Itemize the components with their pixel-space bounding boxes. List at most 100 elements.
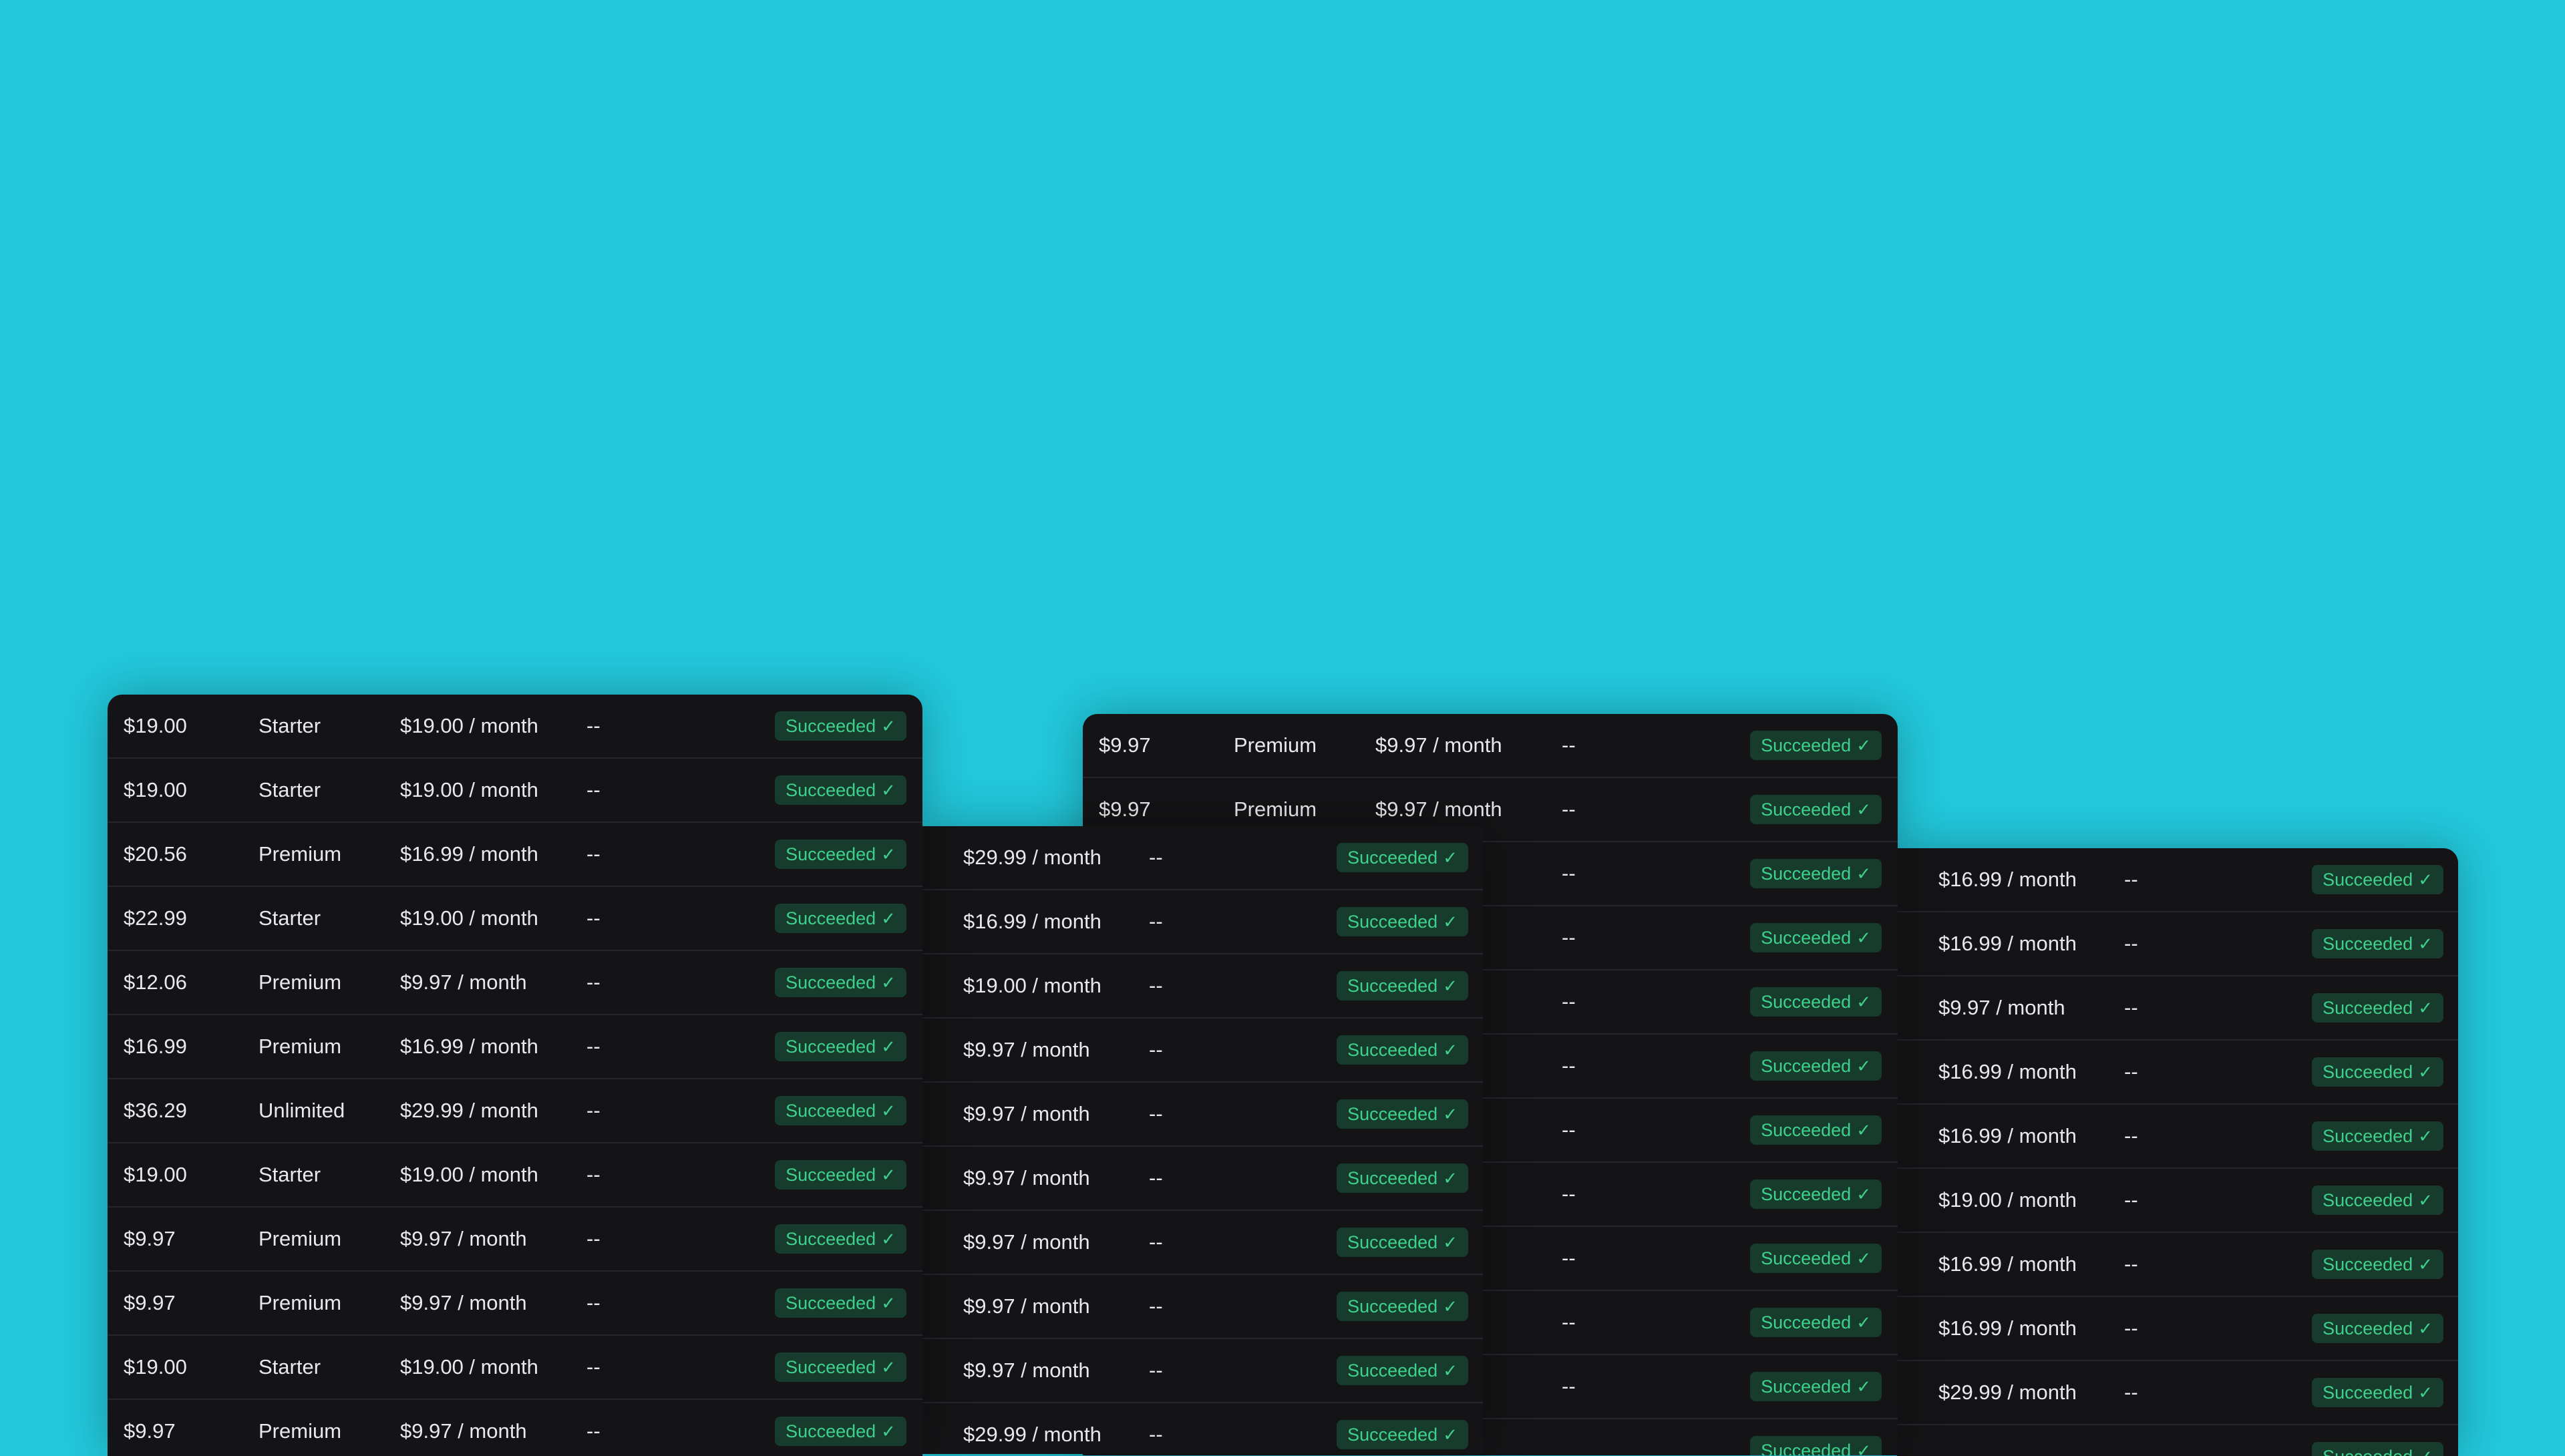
discount-cell: -- xyxy=(586,906,601,930)
table-row[interactable]: $16.99 / month -- Succeeded ✓ xyxy=(922,890,1483,954)
table-row[interactable]: $9.97 Premium $9.97 / month -- Succeeded ✓ xyxy=(108,1400,922,1456)
table-row[interactable]: $9.97 / month -- Succeeded ✓ xyxy=(922,1339,1483,1403)
checkmark-icon: ✓ xyxy=(2418,998,2433,1018)
status-badge: Succeeded✓ xyxy=(2312,929,2443,958)
table-row[interactable]: $16.99 / month -- Succeeded ✓ xyxy=(1897,912,2458,976)
checkmark-icon: ✓ xyxy=(881,1293,896,1313)
price-cell: $29.99 / month xyxy=(963,1423,1101,1446)
price-cell: $9.97 / month xyxy=(400,1227,527,1250)
plan-cell: Starter xyxy=(259,1355,321,1379)
status-label: Succeeded xyxy=(2323,1383,2413,1403)
table-row[interactable]: $19.00 Starter $19.00 / month -- Succeeded ✓ xyxy=(108,759,922,823)
price-cell: $9.97 / month xyxy=(963,1358,1090,1382)
status-label: Succeeded xyxy=(1347,1232,1438,1252)
status-badge: Succeeded✓ xyxy=(775,711,906,741)
status-label: Succeeded xyxy=(1761,1441,1852,1455)
discount-cell: -- xyxy=(1149,974,1163,997)
discount-cell: -- xyxy=(1562,733,1576,757)
table-row[interactable]: $9.97 / month -- Succeeded ✓ xyxy=(922,1083,1483,1147)
price-cell: $29.99 / month xyxy=(400,1099,538,1122)
amount-cell: $36.29 xyxy=(124,1099,187,1122)
discount-cell: -- xyxy=(586,778,601,801)
price-cell: $19.00 / month xyxy=(400,778,538,801)
discount-cell: -- xyxy=(1562,862,1576,885)
table-row[interactable]: $9.97 Premium $9.97 / month -- Succeeded ✓ xyxy=(108,1208,922,1272)
discount-cell: -- xyxy=(586,1163,601,1186)
table-row[interactable]: $29.99 / month -- Succeeded ✓ xyxy=(922,826,1483,890)
plan-cell: Starter xyxy=(259,906,321,930)
status-badge: Succeeded✓ xyxy=(1750,795,1882,824)
table-row[interactable]: $29.99 / month -- Succeeded ✓ xyxy=(1897,1361,2458,1425)
checkmark-icon: ✓ xyxy=(881,1421,896,1441)
plan-cell: Unlimited xyxy=(259,1099,345,1122)
status-badge: Succeeded✓ xyxy=(2312,1121,2443,1151)
table-row[interactable]: $19.00 / month -- Succeeded ✓ xyxy=(922,954,1483,1019)
table-row[interactable]: $19.00 Starter $19.00 / month -- Succeeded ✓ xyxy=(108,1143,922,1208)
table-row[interactable]: $9.97 Premium $9.97 / month -- Succeeded ✓ xyxy=(108,1272,922,1336)
status-badge: Succeeded✓ xyxy=(775,1224,906,1254)
status-label: Succeeded xyxy=(786,1421,876,1441)
table-row[interactable]: $20.56 Premium $16.99 / month -- Succeeded ✓ xyxy=(108,823,922,887)
status-label: Succeeded xyxy=(2323,1318,2413,1338)
status-badge: Succeeded✓ xyxy=(2312,1057,2443,1087)
discount-cell: -- xyxy=(2124,1252,2138,1276)
table-row[interactable]: $16.99 / month -- Succeeded ✓ xyxy=(1897,1297,2458,1361)
table-row[interactable]: $16.99 / month -- Succeeded ✓ xyxy=(1897,1233,2458,1297)
price-cell: $9.97 / month xyxy=(963,1038,1090,1061)
table-row[interactable]: $22.99 Starter $19.00 / month -- Succeeded ✓ xyxy=(108,887,922,951)
table-row[interactable]: $19.00 Starter $19.00 / month -- Succeeded ✓ xyxy=(108,695,922,759)
status-badge: Succeeded✓ xyxy=(1750,987,1882,1017)
table-row[interactable]: $9.97 / month -- Succeeded ✓ xyxy=(922,1275,1483,1339)
status-label: Succeeded xyxy=(1347,976,1438,996)
price-cell: $16.99 / month xyxy=(1938,868,2077,891)
table-row[interactable]: $9.97 / month -- Succeeded ✓ xyxy=(922,1147,1483,1211)
status-label: Succeeded xyxy=(786,780,876,800)
table-row[interactable]: $16.99 / month -- Succeeded ✓ xyxy=(1897,1041,2458,1105)
table-row[interactable]: Succeeded ✓ xyxy=(1897,1425,2458,1456)
status-label: Succeeded xyxy=(1347,1168,1438,1188)
price-cell: $9.97 / month xyxy=(963,1230,1090,1254)
checkmark-icon: ✓ xyxy=(1443,976,1458,996)
discount-cell: -- xyxy=(586,1291,601,1314)
checkmark-icon: ✓ xyxy=(1443,912,1458,932)
checkmark-icon: ✓ xyxy=(1856,864,1871,884)
table-row[interactable]: $29.99 / month -- Succeeded ✓ xyxy=(922,1403,1483,1454)
table-row[interactable]: $16.99 / month -- Succeeded ✓ xyxy=(1897,1105,2458,1169)
checkmark-icon: ✓ xyxy=(1443,1232,1458,1252)
table-row[interactable]: $36.29 Unlimited $29.99 / month -- Succeeded… xyxy=(108,1079,922,1143)
amount-cell: $9.97 xyxy=(1099,733,1151,757)
status-badge: Succeeded✓ xyxy=(1337,1035,1468,1065)
table-row[interactable]: $9.97 / month -- Succeeded ✓ xyxy=(922,1211,1483,1275)
discount-cell: -- xyxy=(1562,1246,1576,1270)
discount-cell: -- xyxy=(2124,1316,2138,1340)
status-badge: Succeeded✓ xyxy=(2312,1250,2443,1279)
status-label: Succeeded xyxy=(1761,735,1852,755)
discount-cell: -- xyxy=(1149,1102,1163,1125)
amount-cell: $19.00 xyxy=(124,1163,187,1186)
table-row[interactable]: $19.00 / month -- Succeeded ✓ xyxy=(1897,1169,2458,1233)
discount-cell: -- xyxy=(586,1419,601,1443)
checkmark-icon: ✓ xyxy=(2418,1318,2433,1338)
checkmark-icon: ✓ xyxy=(1856,1441,1871,1455)
checkmark-icon: ✓ xyxy=(881,780,896,800)
table-row[interactable]: $9.97 / month -- Succeeded ✓ xyxy=(1897,976,2458,1041)
checkmark-icon: ✓ xyxy=(2418,1447,2433,1456)
table-row[interactable]: $16.99 / month -- Succeeded ✓ xyxy=(1897,848,2458,912)
discount-cell: -- xyxy=(1149,1230,1163,1254)
table-row[interactable]: $9.97 / month -- Succeeded ✓ xyxy=(922,1019,1483,1083)
plan-cell: Premium xyxy=(1234,733,1317,757)
table-row[interactable]: $12.06 Premium $9.97 / month -- Succeeded ✓ xyxy=(108,951,922,1015)
price-cell: $16.99 / month xyxy=(1938,1316,2077,1340)
checkmark-icon: ✓ xyxy=(1443,1040,1458,1060)
price-cell: $9.97 / month xyxy=(400,970,527,994)
status-badge: Succeeded✓ xyxy=(1337,1228,1468,1257)
discount-cell: -- xyxy=(1149,910,1163,933)
discount-cell: -- xyxy=(1149,1423,1163,1446)
status-label: Succeeded xyxy=(1761,799,1852,820)
table-row[interactable]: $19.00 Starter $19.00 / month -- Succeeded ✓ xyxy=(108,1336,922,1400)
table-row[interactable]: $16.99 Premium $16.99 / month -- Succeeded ✓ xyxy=(108,1015,922,1079)
plan-cell: Premium xyxy=(259,970,342,994)
discount-cell: -- xyxy=(1562,1375,1576,1398)
checkmark-icon: ✓ xyxy=(1443,1104,1458,1124)
table-row[interactable]: $9.97 Premium $9.97 / month -- Succeeded ✓ xyxy=(1083,714,1898,778)
